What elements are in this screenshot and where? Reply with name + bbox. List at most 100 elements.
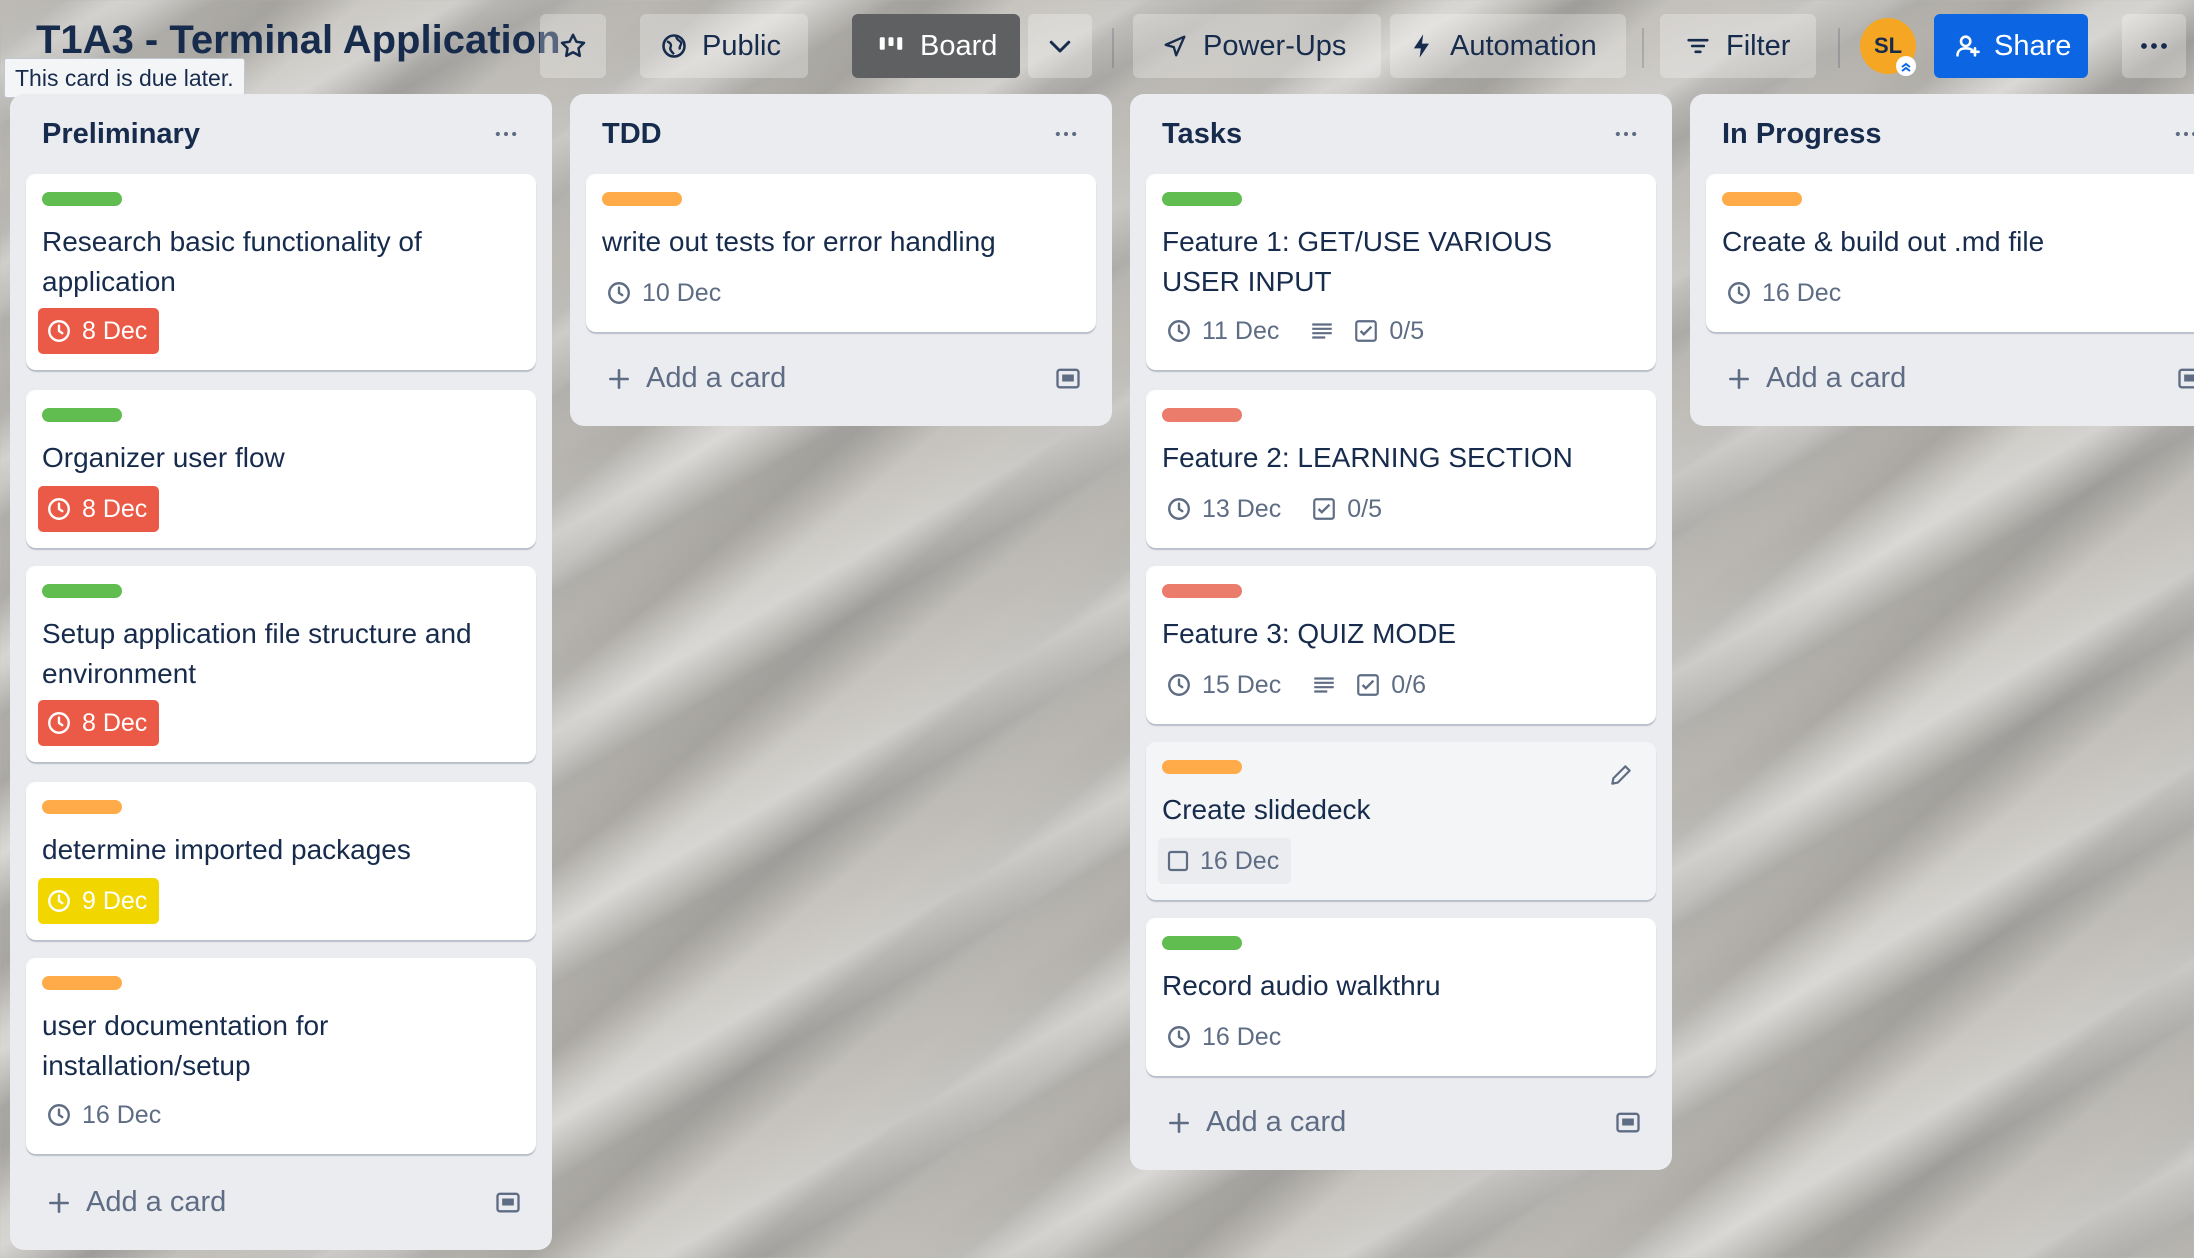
board-header: T1A3 - Terminal Application Public Board… (0, 0, 2194, 98)
board-title[interactable]: T1A3 - Terminal Application (36, 18, 561, 63)
card[interactable]: Research basic functionality of applicat… (26, 174, 536, 370)
card-badges: 16 Dec (1158, 838, 1292, 884)
list-title[interactable]: In Progress (1722, 118, 1882, 151)
label-orange (1162, 760, 1242, 774)
list-menu-button[interactable] (1600, 112, 1652, 156)
card[interactable]: Feature 1: GET/USE VARIOUS USER INPUT 11… (1146, 174, 1656, 370)
label-orange (42, 800, 122, 814)
board-view-button[interactable]: Board (852, 14, 1020, 78)
share-button[interactable]: Share (1934, 14, 2088, 78)
card[interactable]: Record audio walkthru 16 Dec (1146, 918, 1656, 1076)
due-tooltip: This card is due later. (4, 58, 245, 98)
list-tdd: TDD write out tests for error handling 1… (570, 94, 1112, 426)
add-card-button[interactable]: Add a card (1726, 362, 1906, 395)
due-date-badge[interactable]: 16 Dec (1158, 838, 1292, 884)
list-title[interactable]: TDD (602, 118, 662, 151)
label-red (1162, 584, 1242, 598)
due-date-badge[interactable]: 8 Dec (38, 700, 160, 746)
label-orange (42, 976, 122, 990)
card[interactable]: Feature 2: LEARNING SECTION 13 Dec 0/5 (1146, 390, 1656, 548)
create-from-template-icon[interactable] (494, 1188, 522, 1221)
view-switcher-button[interactable] (1028, 14, 1092, 78)
due-date-badge[interactable]: 10 Dec (598, 270, 733, 316)
card-badges: 8 Dec (38, 486, 160, 532)
plus-icon (1169, 1112, 1189, 1133)
edit-card-button[interactable] (1608, 762, 1634, 793)
card-title: Feature 3: QUIZ MODE (1162, 618, 1457, 649)
card[interactable]: Create & build out .md file 16 Dec (1706, 174, 2194, 332)
card-badges: 13 Dec 0/5 (1158, 486, 1382, 532)
visibility-label: Public (702, 29, 781, 62)
card-badges: 16 Dec (1718, 270, 1853, 316)
create-from-template-icon[interactable] (2176, 364, 2194, 397)
power-ups-button[interactable]: Power-Ups (1133, 14, 1381, 78)
more-icon (495, 131, 517, 137)
due-date: 16 Dec (82, 1100, 162, 1129)
list-in-progress: In Progress Create & build out .md file … (1690, 94, 2194, 426)
more-icon (1055, 131, 1077, 137)
due-date-badge[interactable]: 8 Dec (38, 486, 160, 532)
due-date: 8 Dec (82, 316, 148, 345)
clock-icon (48, 1104, 70, 1126)
label-red (1162, 408, 1242, 422)
board-menu-button[interactable] (2122, 14, 2186, 78)
card-badges: 9 Dec (38, 878, 160, 924)
power-ups-label: Power-Ups (1203, 29, 1347, 62)
board-view-label: Board (920, 29, 998, 62)
automation-button[interactable]: Automation (1390, 14, 1626, 78)
card[interactable]: determine imported packages 9 Dec (26, 782, 536, 940)
header-divider (1642, 28, 1644, 68)
star-icon (560, 33, 586, 58)
automation-label: Automation (1450, 29, 1597, 62)
board-icon (879, 37, 903, 50)
due-date-badge[interactable]: 15 Dec (1158, 662, 1293, 708)
lightning-icon (1413, 34, 1429, 58)
more-icon (2175, 131, 2194, 137)
filter-button[interactable]: Filter (1660, 14, 1816, 78)
list-title[interactable]: Tasks (1162, 118, 1242, 151)
due-date: 11 Dec (1202, 316, 1280, 345)
add-card-label: Add a card (1766, 362, 1907, 394)
due-date-badge[interactable]: 16 Dec (1718, 270, 1853, 316)
card[interactable]: Setup application file structure and env… (26, 566, 536, 762)
card[interactable]: Organizer user flow 8 Dec (26, 390, 536, 548)
card-badges: 15 Dec 0/6 (1158, 662, 1426, 708)
list-menu-button[interactable] (1040, 112, 1092, 156)
add-card-button[interactable]: Add a card (606, 362, 786, 395)
card-title: Record audio walkthru (1162, 970, 1441, 1001)
due-date-badge[interactable]: 8 Dec (38, 308, 160, 354)
create-from-template-icon[interactable] (1614, 1108, 1642, 1141)
checklist-count: 0/6 (1391, 670, 1426, 699)
create-from-template-icon[interactable] (1054, 364, 1082, 397)
plus-icon (609, 368, 629, 389)
add-person-icon (1956, 35, 1980, 57)
clock-icon (1168, 320, 1190, 342)
due-date-badge[interactable]: 13 Dec (1158, 486, 1293, 532)
due-date-badge[interactable]: 16 Dec (38, 1092, 173, 1138)
card[interactable]: write out tests for error handling 10 De… (586, 174, 1096, 332)
list-title[interactable]: Preliminary (42, 118, 200, 151)
visibility-button[interactable]: Public (640, 14, 808, 78)
card-title: Setup application file structure and env… (42, 618, 472, 689)
rocket-icon (1164, 35, 1186, 57)
add-card-button[interactable]: Add a card (1166, 1106, 1346, 1139)
due-date-badge[interactable]: 16 Dec (1158, 1014, 1293, 1060)
card[interactable]: Feature 3: QUIZ MODE 15 Dec 0/6 (1146, 566, 1656, 724)
label-green (1162, 192, 1242, 206)
clock-icon (1168, 498, 1190, 520)
label-green (42, 584, 122, 598)
card-title: Feature 1: GET/USE VARIOUS USER INPUT (1162, 226, 1553, 297)
due-date-badge[interactable]: 11 Dec (1158, 308, 1291, 354)
list-menu-button[interactable] (2160, 112, 2194, 156)
list-menu-button[interactable] (480, 112, 532, 156)
card[interactable]: user documentation for installation/setu… (26, 958, 536, 1154)
card-title: write out tests for error handling (602, 226, 996, 257)
add-card-button[interactable]: Add a card (46, 1186, 226, 1219)
due-date-badge[interactable]: 9 Dec (38, 878, 160, 924)
due-date: 16 Dec (1200, 846, 1280, 875)
card-badges: 10 Dec (598, 270, 733, 316)
pencil-icon (1611, 765, 1631, 785)
share-label: Share (1994, 29, 2072, 62)
star-button[interactable] (540, 14, 606, 78)
card[interactable]: Create slidedeck 16 Dec (1146, 742, 1656, 900)
